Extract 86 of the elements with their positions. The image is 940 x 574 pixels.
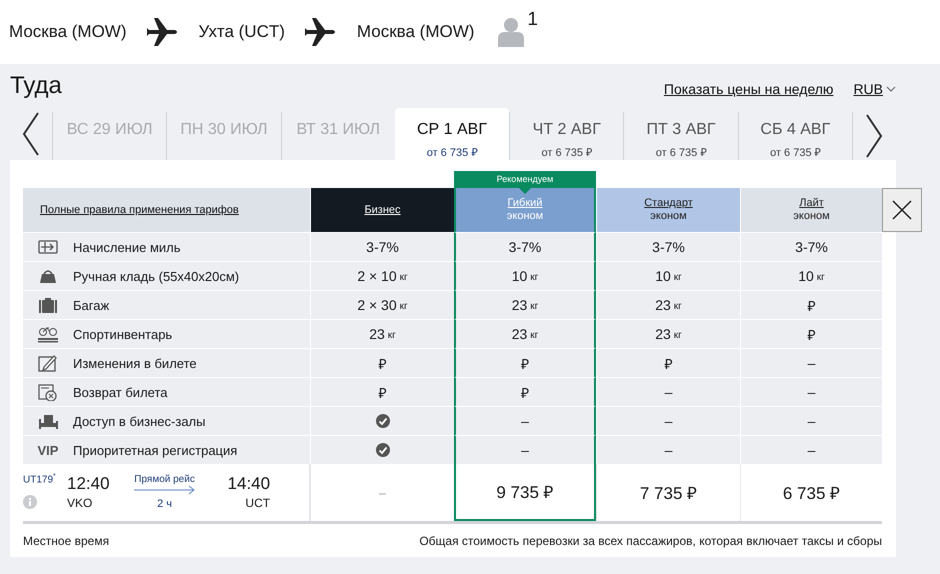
flight-type: Прямой рейс: [134, 474, 195, 485]
feature-label: Багаж: [73, 298, 110, 312]
city-name: Москва (MOW): [9, 22, 127, 42]
feature-value: ₽: [808, 296, 816, 314]
feature-label: Приоритетная регистрация: [73, 442, 238, 458]
feature-label: Изменения в билете: [73, 356, 197, 370]
feature-value: –: [808, 355, 816, 371]
chevron-left-icon: [22, 112, 40, 156]
departure-time: 12:40: [67, 474, 110, 494]
feature-value: –: [808, 384, 816, 400]
airport-code: VKO: [67, 496, 94, 510]
chevron-right-icon: [864, 114, 883, 158]
feature-value: 23 кг: [655, 326, 682, 342]
feature-value: 23 кг: [369, 326, 396, 342]
flight-number[interactable]: UT179$^{*}$: [23, 473, 67, 486]
local-time-note: Местное время: [23, 534, 110, 548]
fare-name-link[interactable]: Лайт: [799, 197, 824, 210]
city-name: Ухта (UCT): [198, 22, 285, 42]
fare-class: эконом: [650, 210, 687, 223]
recommended-badge: Рекомендуем: [454, 171, 596, 194]
feature-label: Доступ в бизнес-залы: [73, 414, 206, 428]
flight-duration: 2 ч: [157, 498, 172, 510]
feature-value: 23 кг: [512, 297, 538, 313]
arrow-icon: [134, 485, 196, 495]
fare-price[interactable]: 9 735 ₽: [496, 480, 554, 503]
plane-icon: [304, 16, 337, 48]
arrival-time: 14:40: [228, 474, 270, 494]
feature-value: –: [521, 413, 529, 429]
feature-value: –: [521, 442, 529, 458]
armchair-icon: [38, 412, 58, 430]
suitcase-icon: [38, 296, 58, 314]
week-prices-link[interactable]: Показать цены на неделю: [664, 81, 834, 97]
section-title: Туда: [10, 72, 63, 100]
feature-value: –: [808, 413, 816, 429]
feature-label: Спортинвентарь: [73, 326, 172, 342]
feature-value: ₽: [378, 354, 386, 372]
check-icon: [376, 443, 390, 457]
airport-code: UCT: [245, 496, 270, 510]
feature-value: 10 кг: [512, 268, 538, 284]
city-name: Москва (MOW): [356, 22, 474, 42]
feature-label: Возврат билета: [73, 384, 168, 400]
check-icon: [376, 414, 390, 428]
feature-value: 23 кг: [655, 297, 682, 313]
feature-value: 3-7%: [652, 239, 685, 255]
day-tab[interactable]: СР 1 АВГ от 6 735 ₽: [394, 108, 510, 160]
fare-rules-link[interactable]: Полные правила применения тарифов: [40, 204, 239, 216]
feature-value: 2 × 10 кг: [357, 268, 408, 284]
feature-value: 10 кг: [655, 268, 682, 284]
feature-value: –: [808, 442, 816, 458]
bicycle-icon: [38, 326, 58, 342]
fare-class: эконом: [506, 210, 544, 223]
feature-value: ₽: [521, 354, 529, 372]
feature-value: –: [664, 384, 672, 400]
currency-select[interactable]: RUB: [853, 81, 896, 97]
person-icon: [498, 17, 524, 47]
info-icon: [23, 495, 37, 509]
chevron-icon: [886, 86, 896, 92]
fare-name-link[interactable]: Бизнес: [364, 204, 401, 216]
passenger-count: 1: [527, 9, 538, 31]
fare-price[interactable]: 7 735 ₽: [640, 481, 698, 504]
feature-value: ₽: [808, 326, 816, 344]
feature-label: Ручная кладь (55x40x20см): [73, 268, 240, 284]
feature-value: 3-7%: [366, 239, 399, 255]
fare-class: эконом: [793, 210, 830, 223]
feature-value: ₽: [521, 384, 529, 402]
vip-label: VIP: [36, 442, 60, 458]
handbag-icon: [38, 268, 58, 284]
close-icon: [892, 200, 912, 220]
fare-name-link[interactable]: Стандарт: [644, 197, 693, 210]
feature-label: Начисление миль: [73, 240, 181, 254]
feature-value: 3-7%: [795, 239, 828, 255]
plane-icon: [146, 16, 179, 48]
feature-value: ₽: [664, 354, 672, 372]
feature-value: 23 кг: [512, 326, 538, 342]
edit-icon: [38, 354, 58, 372]
feature-value: –: [664, 413, 672, 429]
miles-icon: [38, 238, 58, 256]
feature-value: 10 кг: [798, 268, 825, 284]
fare-price[interactable]: 6 735 ₽: [782, 481, 840, 504]
feature-value: 3-7%: [508, 239, 542, 255]
feature-value: 2 × 30 кг: [357, 297, 408, 313]
feature-value: ₽: [378, 384, 386, 402]
total-price-note: Общая стоимость перевозки за всех пассажиров, которая включает таксы и сборы: [419, 534, 882, 548]
feature-value: –: [664, 442, 672, 458]
close-button[interactable]: [882, 188, 922, 232]
ticket-return-icon: [38, 384, 58, 400]
